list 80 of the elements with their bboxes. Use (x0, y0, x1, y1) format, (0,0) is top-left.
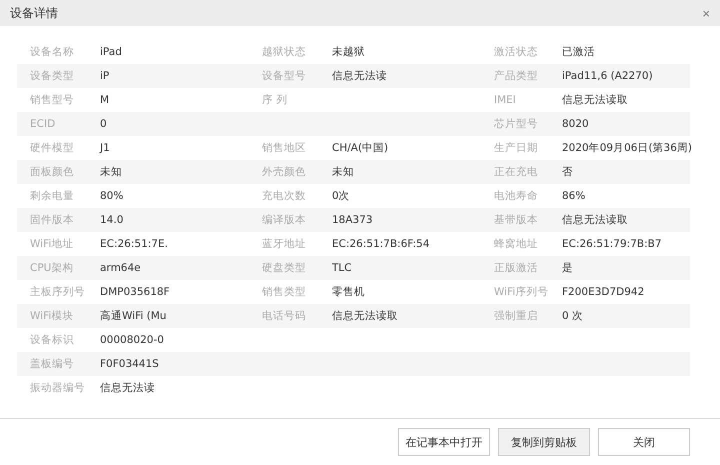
field-label: 序 列 (262, 93, 288, 107)
field-label: 销售类型 (262, 285, 307, 299)
field-label: 芯片型号 (494, 117, 539, 131)
field-value: 未知 (100, 165, 123, 179)
field-value: EC:26:51:7E. (100, 238, 169, 250)
field-label: 编译版本 (262, 213, 307, 227)
field-label: 强制重启 (494, 309, 539, 323)
field-value: 高通WiFi (Mu (100, 309, 168, 323)
field-label: 主板序列号 (30, 285, 86, 299)
field-value: 2020年09月06日(第36周) (562, 141, 692, 155)
field-label: 销售型号 (30, 93, 75, 107)
field-label: 设备型号 (262, 69, 307, 83)
field-label: 剩余电量 (30, 189, 75, 203)
field-value: DMP035618F (100, 286, 171, 298)
field-value: iPad11,6 (A2270) (562, 70, 654, 82)
field-value: 零售机 (332, 285, 366, 299)
field-value: 8020 (562, 118, 590, 130)
field-value: 未知 (332, 165, 355, 179)
field-value: F200E3D7D942 (562, 286, 646, 298)
field-label: CPU架构 (30, 261, 74, 275)
field-value: 14.0 (100, 214, 124, 226)
field-label: 硬盘类型 (262, 261, 307, 275)
field-label: 蓝牙地址 (262, 237, 307, 251)
field-label: 电池寿命 (494, 189, 539, 203)
field-value: 80% (100, 190, 124, 202)
field-label: 正版激活 (494, 261, 539, 275)
field-label: 产品类型 (494, 69, 539, 83)
field-value: J1 (100, 142, 111, 154)
dialog-button[interactable]: 在记事本中打开 (398, 428, 490, 456)
field-value: 信息无法读 (332, 69, 388, 83)
field-label: 盖板编号 (30, 357, 75, 371)
field-label: 销售地区 (262, 141, 307, 155)
field-value: iP (100, 70, 110, 82)
dialog-button[interactable]: 复制到剪贴板 (498, 428, 590, 456)
field-label: WiFi模块 (30, 309, 74, 323)
field-value: 信息无法读取 (562, 93, 629, 107)
field-value: 信息无法读 (100, 381, 156, 395)
field-label: ECID (30, 118, 56, 130)
field-label: WiFi地址 (30, 237, 74, 251)
field-value: EC:26:51:79:7B:B7 (562, 238, 663, 250)
close-button[interactable]: × (702, 6, 710, 20)
field-label: 振动器编号 (30, 381, 86, 395)
field-label: 基带版本 (494, 213, 539, 227)
field-value: arm64e (100, 262, 142, 274)
field-value: 已激活 (562, 45, 596, 59)
field-label: 充电次数 (262, 189, 307, 203)
dialog-button[interactable]: 关闭 (598, 428, 690, 456)
field-label: 设备标识 (30, 333, 75, 347)
field-value: M (100, 94, 110, 106)
field-label: 面板颜色 (30, 165, 75, 179)
field-value: 0 (100, 118, 108, 130)
field-label: IMEI (494, 94, 517, 106)
field-value: 未越狱 (332, 45, 366, 59)
field-label: 激活状态 (494, 45, 539, 59)
field-value: 00008020-0 (100, 334, 165, 346)
field-value: 否 (562, 165, 574, 179)
field-value: 86% (562, 190, 586, 202)
field-label: 固件版本 (30, 213, 75, 227)
field-label: WiFi序列号 (494, 285, 550, 299)
field-value: EC:26:51:7B:6F:54 (332, 238, 431, 250)
field-value: TLC (332, 262, 353, 274)
field-value: CH/A(中国) (332, 141, 390, 155)
field-label: 正在充电 (494, 165, 539, 179)
field-label: 外壳颜色 (262, 165, 307, 179)
field-value: F0F03441S (100, 358, 160, 370)
field-value: 信息无法读取 (332, 309, 399, 323)
field-value: 0 次 (562, 309, 584, 323)
field-value: 0次 (332, 189, 351, 203)
field-label: 设备类型 (30, 69, 75, 83)
field-label: 硬件模型 (30, 141, 75, 155)
field-value: 信息无法读取 (562, 213, 629, 227)
field-label: 设备名称 (30, 45, 75, 59)
field-label: 蜂窝地址 (494, 237, 539, 251)
field-value: 18A373 (332, 214, 374, 226)
field-label: 电话号码 (262, 309, 307, 323)
field-label: 生产日期 (494, 141, 539, 155)
field-value: 是 (562, 261, 574, 275)
field-value: iPad (100, 46, 123, 58)
field-label: 越狱状态 (262, 45, 307, 59)
window-title: 设备详情 (10, 4, 58, 22)
